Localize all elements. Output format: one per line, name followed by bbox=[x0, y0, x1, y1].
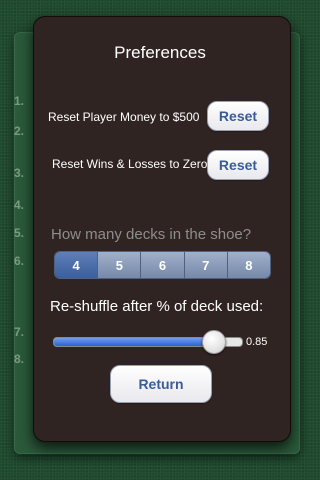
decks-question: How many decks in the shoe? bbox=[51, 226, 252, 243]
deck-option-4[interactable]: 4 bbox=[55, 252, 99, 278]
deck-option-7[interactable]: 7 bbox=[184, 252, 228, 278]
background-number: 4. bbox=[14, 198, 25, 212]
deck-option-6[interactable]: 6 bbox=[141, 252, 185, 278]
background-number: 7. bbox=[14, 325, 25, 339]
shuffle-label: Re-shuffle after % of deck used: bbox=[50, 298, 264, 315]
shuffle-slider-fill bbox=[54, 338, 214, 346]
background-number: 2. bbox=[14, 124, 25, 138]
reset-money-button[interactable]: Reset bbox=[207, 101, 269, 131]
background-number: 8. bbox=[14, 352, 25, 366]
background-number: 1. bbox=[14, 94, 25, 108]
reset-wins-label: Reset Wins & Losses to Zero bbox=[52, 157, 208, 171]
decks-segmented-control: 4 5 6 7 8 bbox=[54, 251, 271, 279]
background-number: 3. bbox=[14, 166, 25, 180]
return-button[interactable]: Return bbox=[110, 365, 212, 403]
shuffle-slider-thumb[interactable] bbox=[201, 330, 226, 354]
shuffle-value: 0.85 bbox=[246, 336, 268, 348]
reset-wins-button[interactable]: Reset bbox=[207, 150, 269, 180]
deck-option-5[interactable]: 5 bbox=[98, 252, 142, 278]
preferences-title: Preferences bbox=[114, 43, 206, 62]
deck-option-8[interactable]: 8 bbox=[227, 252, 270, 278]
reset-money-label: Reset Player Money to $500 bbox=[48, 110, 200, 124]
background-number: 5. bbox=[14, 226, 25, 240]
background-number: 6. bbox=[14, 254, 25, 268]
